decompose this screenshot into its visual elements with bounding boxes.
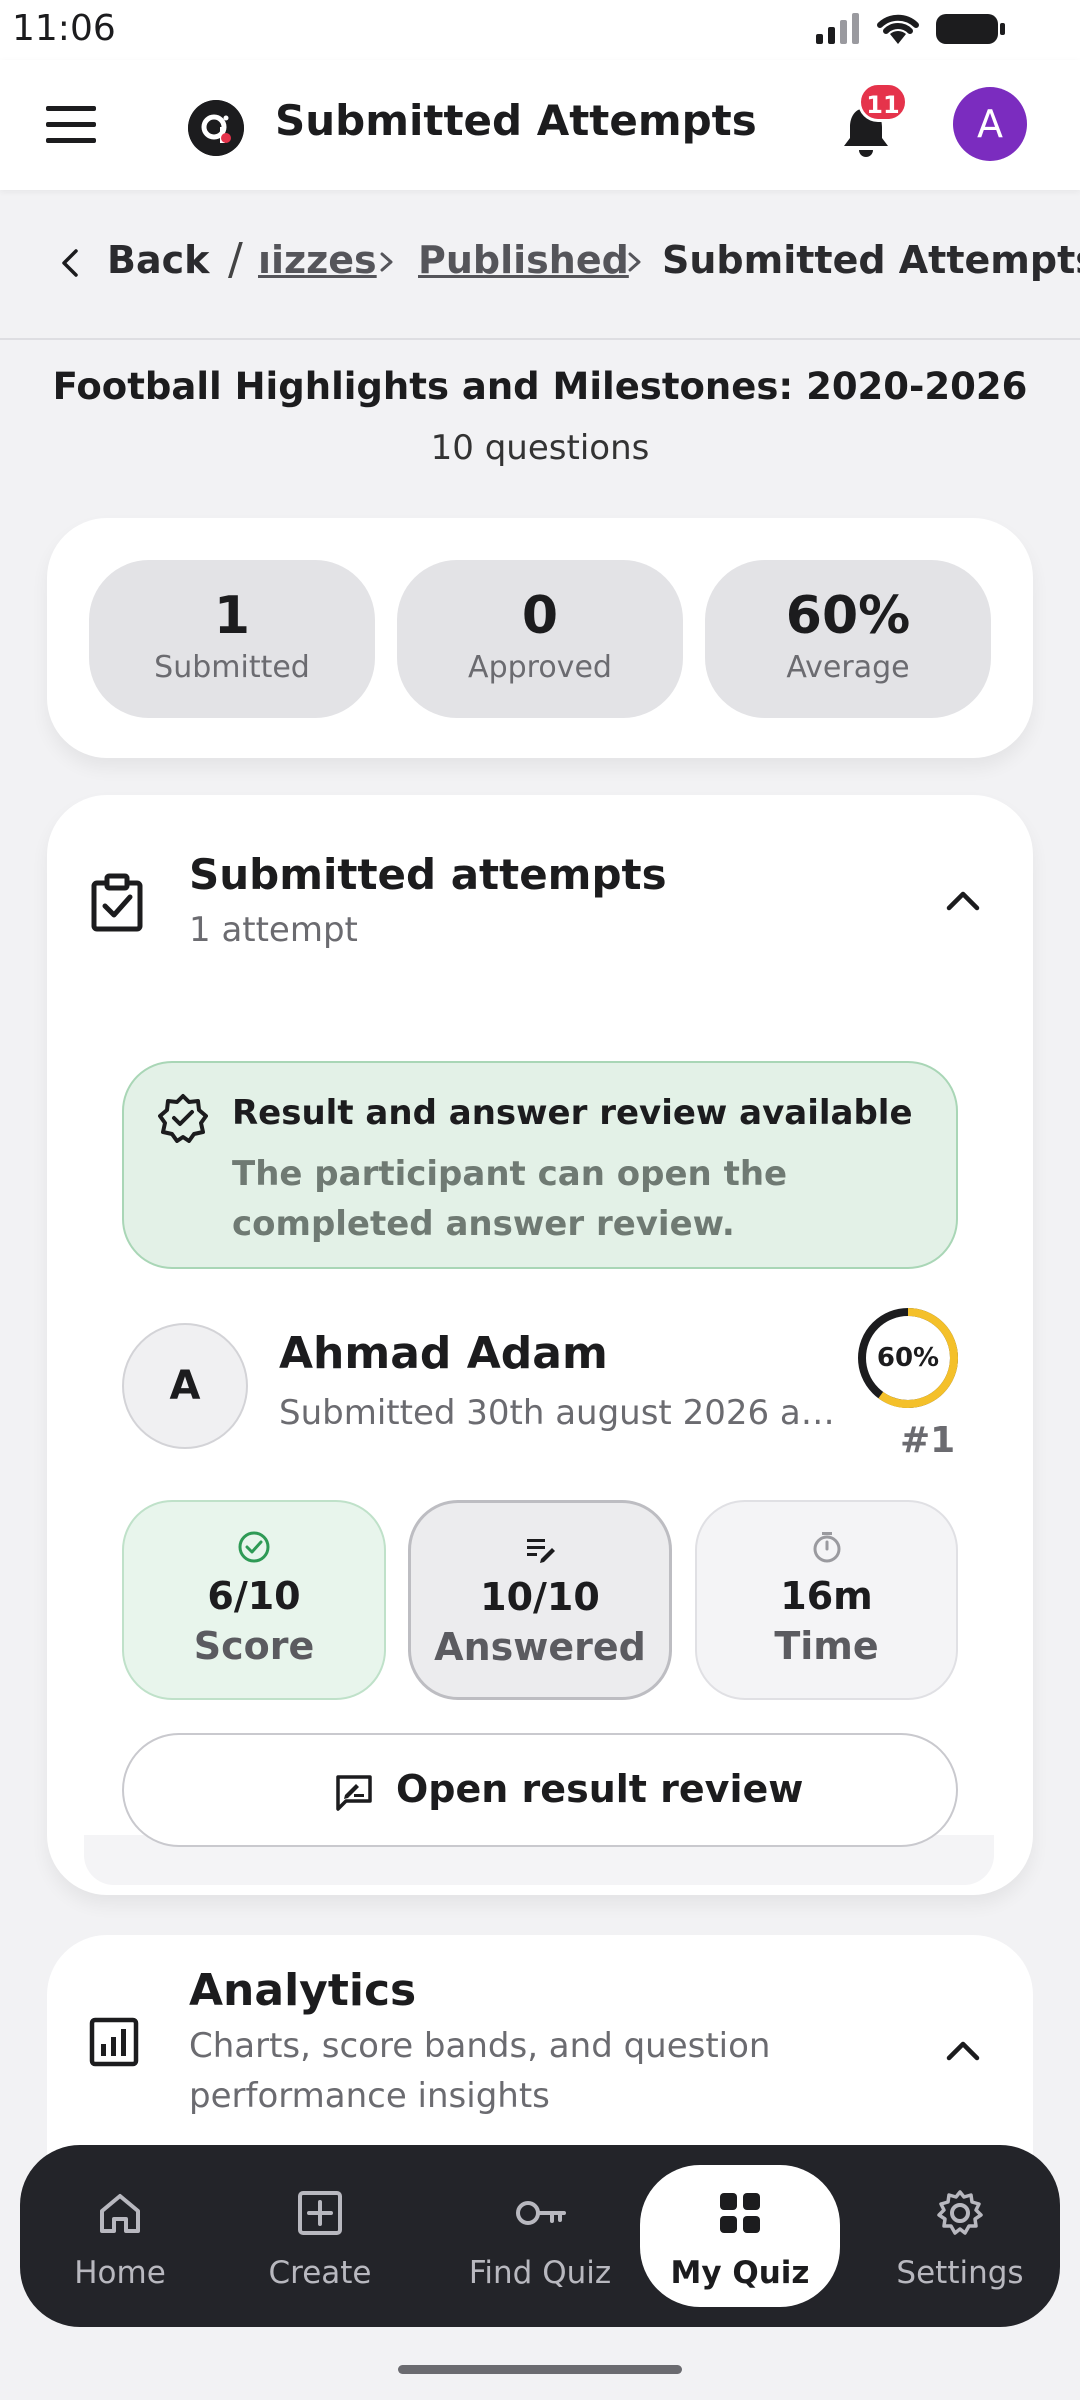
nav-label: Settings	[896, 2255, 1024, 2291]
stat-label: Approved	[468, 650, 612, 685]
chevron-right-icon	[380, 252, 393, 272]
stat-value: 0	[521, 586, 559, 646]
analytics-title[interactable]: Analytics	[189, 1965, 416, 2016]
wifi-icon	[877, 14, 919, 44]
open-result-review-button[interactable]: Open result review	[122, 1733, 958, 1847]
section-title[interactable]: Submitted attempts	[189, 850, 667, 899]
chevron-up-icon[interactable]	[945, 2037, 981, 2063]
app-logo	[188, 100, 244, 156]
chevron-right-icon	[628, 252, 641, 272]
metric-time: 16m Time	[695, 1500, 958, 1700]
nav-label: Find Quiz	[468, 2255, 612, 2291]
stats-card: 1 Submitted 0 Approved 60% Average	[47, 518, 1033, 758]
metric-score: 6/10 Score	[122, 1500, 386, 1700]
banner-text: The participant can open the completed a…	[232, 1154, 788, 1244]
participant-avatar: A	[122, 1323, 248, 1449]
plus-square-icon	[298, 2191, 342, 2235]
metric-label: Time	[774, 1624, 879, 1668]
quiz-title: Football Highlights and Milestones: 2020…	[52, 365, 1028, 408]
nav-create[interactable]: Create	[240, 2145, 400, 2327]
grid-icon	[720, 2193, 760, 2233]
breadcrumb: Back / ıizzes Published Submitted Attemp…	[0, 190, 1080, 340]
nav-label: Create	[268, 2255, 372, 2291]
stat-value: 1	[213, 586, 251, 646]
menu-icon[interactable]	[44, 102, 98, 148]
gear-icon	[937, 2190, 983, 2235]
open-result-review-label: Open result review	[396, 1767, 804, 1811]
battery-icon	[936, 14, 1005, 44]
status-time: 11:06	[12, 8, 116, 49]
back-link[interactable]: Back	[107, 238, 209, 282]
profile-avatar[interactable]: A	[953, 87, 1027, 161]
key-icon	[516, 2201, 566, 2225]
edit-list-icon	[527, 1539, 555, 1563]
notification-badge: 11	[858, 82, 908, 122]
metric-label: Answered	[434, 1625, 646, 1669]
breadcrumb-quizzes-link[interactable]: ıizzes	[258, 238, 377, 282]
app-header: Submitted Attempts 11 A	[0, 60, 1080, 190]
bar-chart-icon	[89, 2017, 139, 2067]
clipboard-check-icon	[91, 873, 143, 932]
review-comment-icon	[336, 1775, 372, 1811]
participant-name: Ahmad Adam	[279, 1328, 608, 1379]
metric-answered: 10/10 Answered	[408, 1500, 672, 1700]
nav-find-quiz[interactable]: Find Quiz	[460, 2145, 620, 2327]
home-indicator[interactable]	[398, 2365, 682, 2374]
breadcrumb-current: Submitted Attempts	[662, 238, 1080, 282]
submission-date: Submitted 30th august 2026 at...	[279, 1393, 839, 1433]
bottom-navigation: Home Create Find Quiz My Quiz Settings	[20, 2145, 1060, 2327]
home-icon	[100, 2194, 140, 2233]
verified-badge-icon	[158, 1094, 208, 1143]
quiz-question-count: 10 questions	[430, 428, 650, 468]
chevron-up-icon[interactable]	[945, 887, 981, 913]
nav-my-quiz[interactable]: My Quiz	[640, 2165, 840, 2307]
nav-label: Home	[74, 2255, 166, 2291]
section-subtitle: 1 attempt	[189, 910, 358, 950]
stat-average: 60% Average	[705, 560, 991, 718]
breadcrumb-divider: /	[228, 234, 243, 285]
metric-value: 16m	[780, 1574, 873, 1618]
stopwatch-icon	[813, 1532, 840, 1563]
analytics-subtitle: Charts, score bands, and question perfor…	[189, 2026, 771, 2116]
metric-label: Score	[193, 1624, 315, 1668]
stat-label: Submitted	[154, 650, 310, 685]
page-title: Submitted Attempts	[275, 96, 757, 145]
signal-icon	[816, 13, 859, 44]
chevron-left-icon[interactable]	[58, 248, 82, 278]
status-icons	[814, 12, 1008, 46]
score-percent: 60%	[876, 1343, 940, 1373]
metric-value: 10/10	[480, 1575, 600, 1619]
status-bar: 11:06	[0, 0, 1080, 60]
nav-settings[interactable]: Settings	[875, 2145, 1045, 2327]
stat-submitted: 1 Submitted	[89, 560, 375, 718]
stat-approved: 0 Approved	[397, 560, 683, 718]
breadcrumb-published-link[interactable]: Published	[418, 238, 629, 282]
stat-value: 60%	[785, 586, 911, 646]
attempts-card: Submitted attempts 1 attempt Result and …	[47, 795, 1033, 1895]
review-available-banner: Result and answer review available The p…	[122, 1061, 958, 1269]
nav-label: My Quiz	[670, 2255, 810, 2291]
nav-home[interactable]: Home	[40, 2145, 200, 2327]
check-circle-icon	[238, 1531, 270, 1563]
banner-title: Result and answer review available	[232, 1093, 913, 1133]
stat-label: Average	[786, 650, 910, 685]
rank-label: #1	[900, 1420, 956, 1461]
metric-value: 6/10	[207, 1574, 301, 1618]
